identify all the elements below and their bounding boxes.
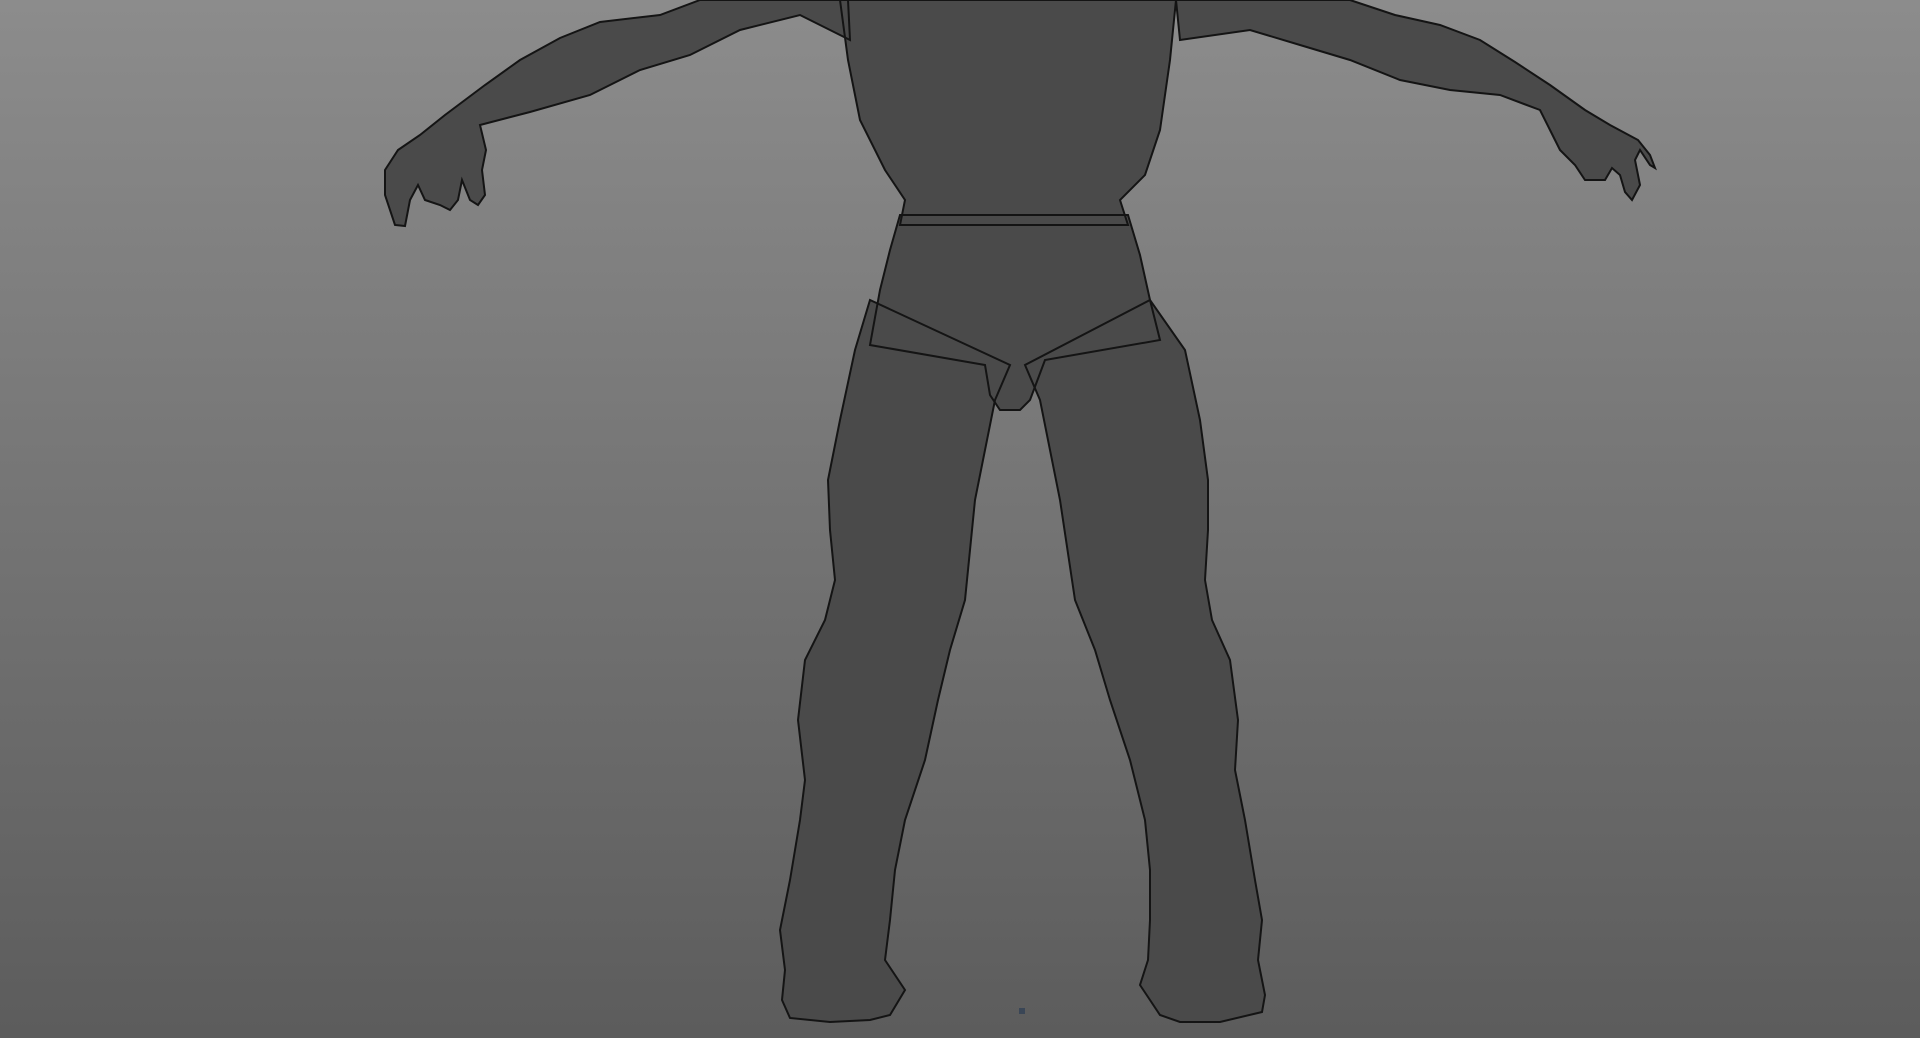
viewport-canvas[interactable] [0,0,1920,1038]
world-origin-marker [1019,1008,1025,1014]
3d-viewport[interactable] [0,0,1920,1038]
